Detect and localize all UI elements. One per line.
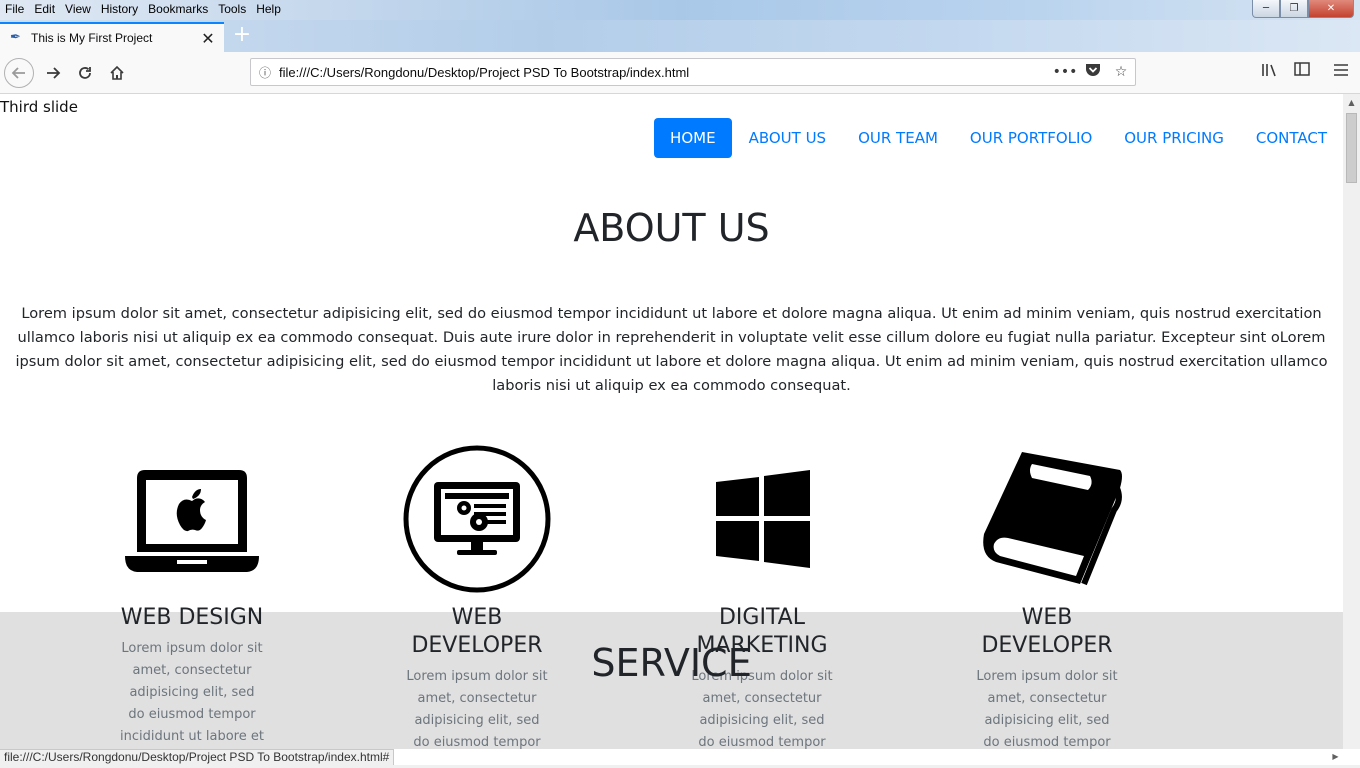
feature-web-design: WEB DESIGN Lorem ipsum dolor sit amet, c… (92, 444, 292, 748)
restore-button[interactable]: ❐ (1280, 0, 1308, 18)
plus-icon: + (232, 22, 252, 47)
tab-title: This is My First Project (31, 31, 153, 45)
scroll-up-arrow-icon[interactable]: ▲ (1343, 94, 1360, 111)
close-icon: ✕ (1326, 3, 1336, 14)
window-controls: ─ ❐ ✕ (1252, 0, 1354, 18)
tab-strip: ✒ This is My First Project ✕ + (0, 20, 1360, 52)
home-button[interactable] (102, 58, 132, 88)
minimize-button[interactable]: ─ (1252, 0, 1280, 18)
site-navigation: HOME ABOUT US OUR TEAM OUR PORTFOLIO OUR… (654, 118, 1343, 158)
back-button[interactable] (4, 58, 34, 88)
favicon-icon: ✒ (10, 30, 21, 45)
nav-link-about-us[interactable]: ABOUT US (733, 118, 843, 158)
nav-link-our-portfolio[interactable]: OUR PORTFOLIO (954, 118, 1108, 158)
forward-arrow-icon (47, 67, 61, 79)
feature-web-developer: WEB DEVELOPER Lorem ipsum dolor sit amet… (377, 444, 577, 749)
close-window-button[interactable]: ✕ (1308, 0, 1354, 18)
home-icon (110, 65, 124, 80)
nav-link-home[interactable]: HOME (654, 118, 732, 158)
about-heading: ABOUT US (573, 206, 770, 250)
menu-tools[interactable]: Tools (213, 0, 251, 20)
book-icon (972, 444, 1122, 594)
reload-button[interactable] (70, 58, 100, 88)
menu-file[interactable]: File (0, 0, 29, 20)
vertical-scrollbar[interactable]: ▲ (1343, 94, 1360, 749)
menu-bar: File Edit View History Bookmarks Tools H… (0, 0, 286, 20)
carousel-slide-alt-text: Third slide (0, 98, 78, 116)
laptop-apple-icon (117, 444, 267, 594)
about-paragraph: Lorem ipsum dolor sit amet, consectetur … (15, 305, 1328, 394)
star-icon[interactable]: ☆ (1107, 64, 1135, 80)
minimize-icon: ─ (1262, 3, 1270, 14)
menu-help[interactable]: Help (251, 0, 286, 20)
reload-icon (79, 67, 91, 79)
back-arrow-icon (11, 67, 25, 79)
scrollbar-thumb[interactable] (1346, 113, 1357, 183)
nav-link-our-team[interactable]: OUR TEAM (842, 118, 954, 158)
info-icon[interactable]: ⓘ (251, 64, 279, 81)
restore-icon: ❐ (1289, 3, 1299, 14)
more-icon[interactable]: ••• (1051, 64, 1079, 80)
feature-digital-marketing: DIGITAL MARKETING Lorem ipsum dolor sit … (662, 444, 862, 749)
windows-logo-icon (687, 444, 837, 594)
url-bar[interactable]: ⓘ file:///C:/Users/Rongdonu/Desktop/Proj… (250, 58, 1136, 86)
nav-link-our-pricing[interactable]: OUR PRICING (1108, 118, 1240, 158)
monitor-gears-icon (402, 444, 552, 594)
menu-edit[interactable]: Edit (29, 0, 60, 20)
menu-view[interactable]: View (60, 0, 96, 20)
feature-title: WEB DESIGN (120, 605, 264, 630)
scroll-right-arrow-icon[interactable]: ▶ (1328, 750, 1343, 764)
service-heading: SERVICE (591, 641, 752, 685)
sidebar-icon[interactable] (1290, 62, 1314, 84)
page-viewport: Third slide HOME ABOUT US OUR TEAM OUR P… (0, 94, 1343, 749)
hamburger-menu-icon[interactable] (1329, 62, 1353, 84)
nav-toolbar: ⓘ file:///C:/Users/Rongdonu/Desktop/Proj… (0, 52, 1360, 94)
tab-close-icon[interactable]: ✕ (198, 29, 218, 48)
nav-link-contact[interactable]: CONTACT (1240, 118, 1343, 158)
feature-web-developer-2: WEB DEVELOPER Lorem ipsum dolor sit amet… (947, 444, 1147, 749)
menu-history[interactable]: History (96, 0, 143, 20)
new-tab-button[interactable]: + (230, 24, 254, 48)
pocket-icon[interactable] (1079, 63, 1107, 81)
tab-active[interactable]: ✒ This is My First Project ✕ (0, 22, 224, 52)
forward-button[interactable] (38, 58, 68, 88)
library-icon[interactable] (1258, 62, 1282, 84)
url-text[interactable]: file:///C:/Users/Rongdonu/Desktop/Projec… (279, 65, 1051, 80)
menu-bookmarks[interactable]: Bookmarks (143, 0, 213, 20)
